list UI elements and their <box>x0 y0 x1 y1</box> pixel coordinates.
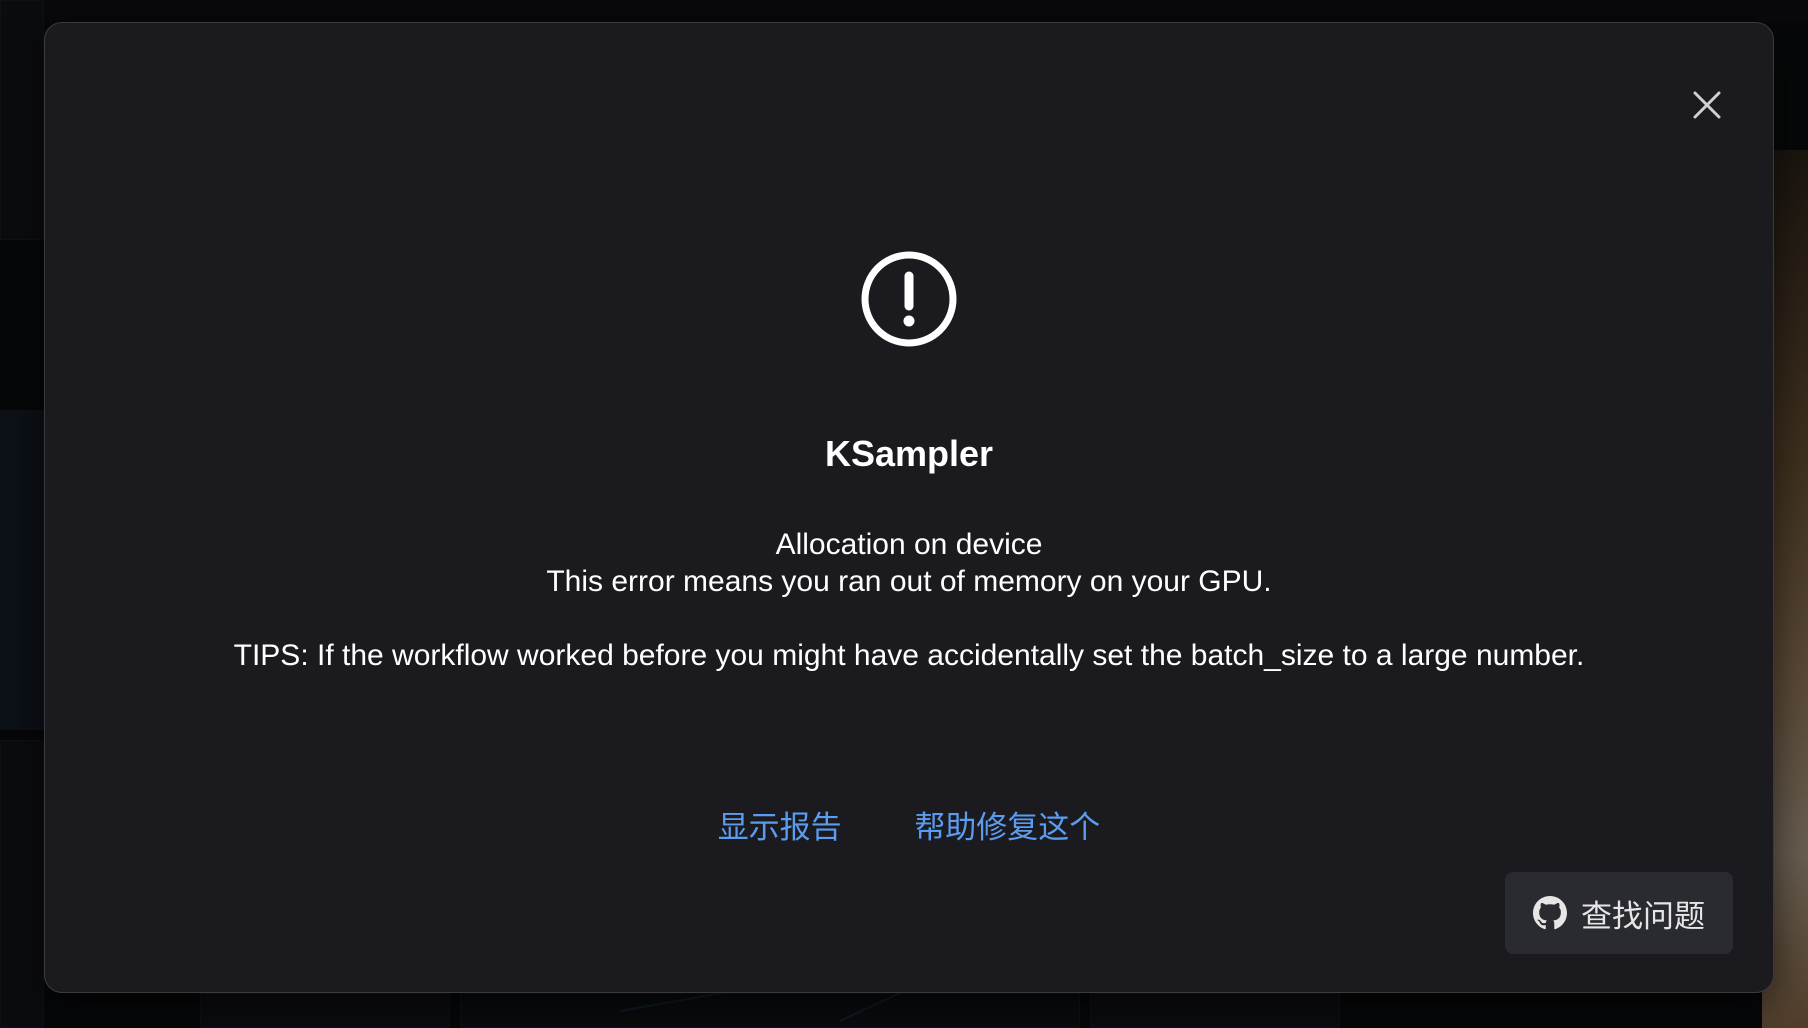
close-button[interactable] <box>1687 85 1727 125</box>
find-issues-button[interactable]: 查找问题 <box>1505 872 1733 954</box>
error-message-line: Allocation on device <box>775 528 1043 561</box>
error-tips: TIPS: If the workflow worked before you … <box>233 639 1585 672</box>
dialog-links: 显示报告 帮助修复这个 <box>45 802 1773 847</box>
error-message-line: This error means you ran out of memory o… <box>546 565 1272 598</box>
github-icon <box>1533 896 1567 930</box>
find-issues-label: 查找问题 <box>1581 898 1705 934</box>
error-dialog: KSampler Allocation on device This error… <box>44 22 1774 993</box>
alert-circle-icon <box>861 251 957 347</box>
show-report-link[interactable]: 显示报告 <box>718 802 842 847</box>
dialog-title: KSampler <box>824 433 994 474</box>
error-message: Allocation on device This error means yo… <box>45 526 1773 674</box>
help-fix-link[interactable]: 帮助修复这个 <box>914 802 1100 847</box>
close-icon <box>1693 91 1721 119</box>
